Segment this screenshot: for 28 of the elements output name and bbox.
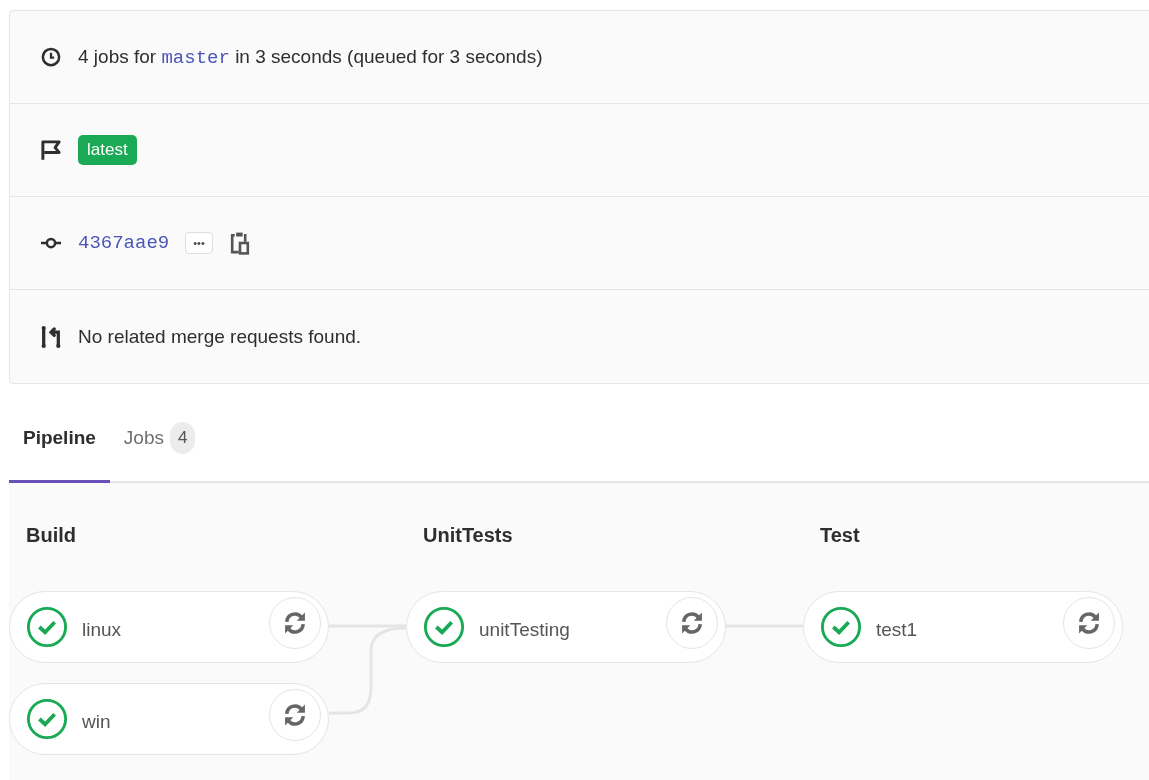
retry-button[interactable] <box>269 597 321 649</box>
job-name: unitTesting <box>479 618 571 641</box>
branch-link[interactable]: master <box>161 46 230 69</box>
job-pill[interactable]: test1 <box>803 591 1123 663</box>
job-name: linux <box>82 618 123 641</box>
expand-button[interactable]: ••• <box>185 232 213 254</box>
job-name: win <box>82 710 112 733</box>
merge-requests-message: No related merge requests found. <box>78 325 362 348</box>
copy-icon[interactable] <box>228 230 251 256</box>
latest-badge: latest <box>78 135 137 165</box>
status-check-icon <box>820 606 862 648</box>
tab[interactable]: Jobs 4 <box>109 412 210 483</box>
stage-title: Test <box>819 523 861 548</box>
retry-button[interactable] <box>666 597 718 649</box>
retry-button[interactable] <box>269 689 321 741</box>
pipeline-summary: 4 jobs for master in 3 seconds (queued for 3 seconds) <box>78 45 543 69</box>
count-badge: 4 <box>170 422 196 454</box>
job-name: test1 <box>876 618 919 641</box>
status-check-icon <box>26 606 68 648</box>
status-check-icon <box>26 698 68 740</box>
retry-button[interactable] <box>1063 597 1115 649</box>
job-pill[interactable]: linux <box>9 591 329 663</box>
stage-title: Build <box>25 523 77 548</box>
job-pill[interactable]: unitTesting <box>406 591 726 663</box>
stage-title: UnitTests <box>422 523 514 548</box>
commit-sha-link[interactable]: 4367aae9 <box>78 232 170 254</box>
job-pill[interactable]: win <box>9 683 329 755</box>
status-check-icon <box>423 606 465 648</box>
